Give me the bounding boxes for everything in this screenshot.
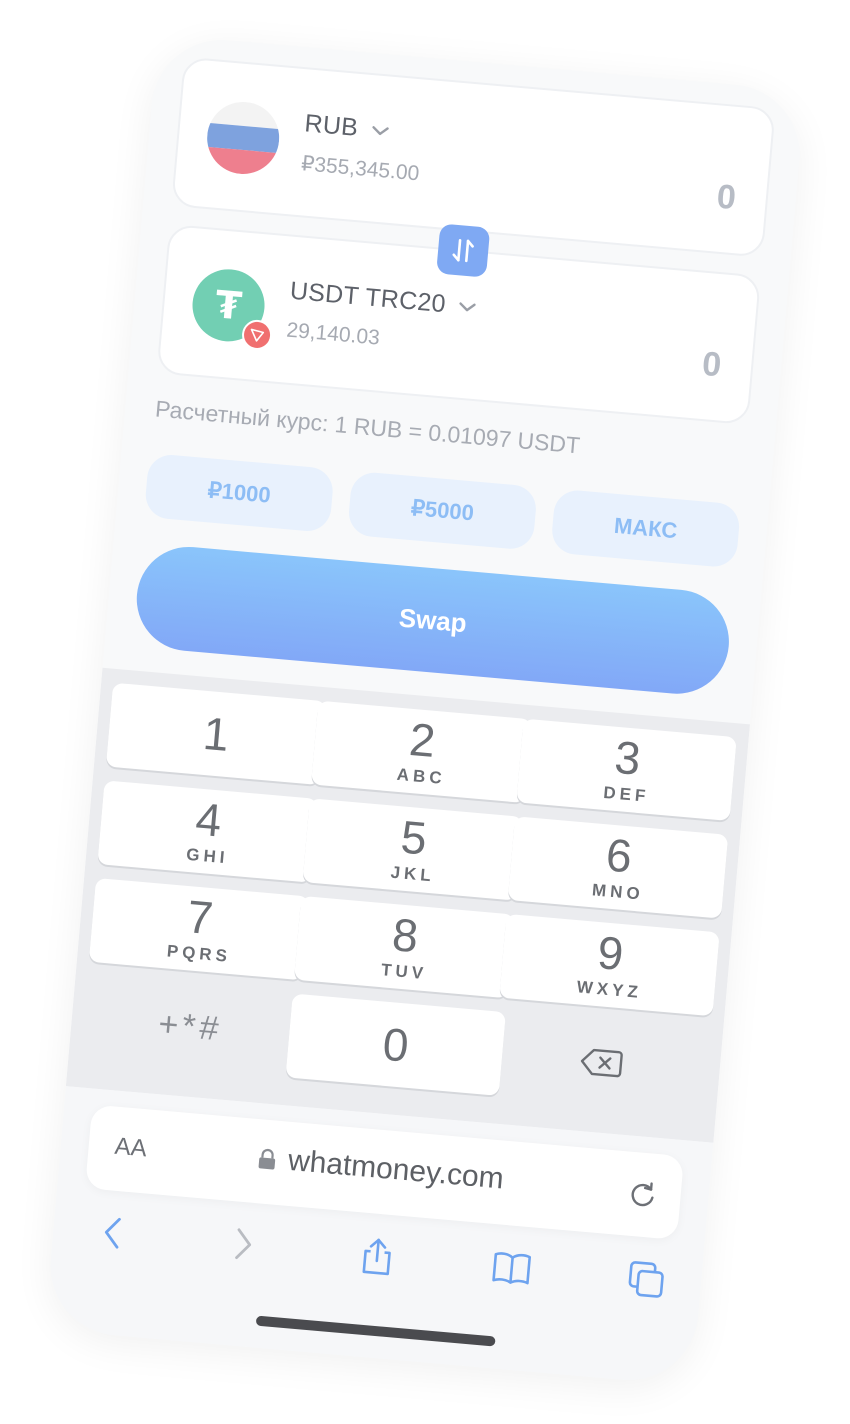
swap-direction-button[interactable]: [436, 223, 491, 278]
share-icon[interactable]: [356, 1234, 399, 1277]
key-letters: JKL: [389, 862, 436, 886]
chevron-down-icon: [459, 301, 477, 311]
key-digit: 6: [604, 828, 635, 883]
back-icon[interactable]: [92, 1211, 135, 1254]
chevron-down-icon: [372, 125, 389, 135]
swap-arrows-icon: [452, 238, 474, 263]
key-digit: 5: [398, 810, 429, 865]
text-size-button[interactable]: AA: [114, 1133, 148, 1164]
key-letters: WXYZ: [576, 977, 643, 1002]
key-letters: GHI: [185, 844, 230, 868]
swap-button[interactable]: Swap: [132, 542, 734, 699]
tether-icon: ₮: [189, 266, 274, 352]
forward-icon[interactable]: [221, 1222, 264, 1265]
quick-amount-1000-button[interactable]: ₽1000: [143, 452, 335, 533]
key-8[interactable]: 8 TUV: [294, 895, 515, 999]
key-letters: MNO: [591, 880, 645, 904]
key-5[interactable]: 5 JKL: [302, 798, 524, 901]
app-screen: RUB ₽355,345.00 0 ₮ USDT TRC20 29,140.03…: [44, 34, 806, 1386]
backspace-icon: [580, 1048, 623, 1078]
numeric-keypad: 1 2 ABC 3 DEF 4 GHI 5 JKL 6 MNO 7 PQRS 8…: [65, 667, 750, 1143]
url-text: whatmoney.com: [286, 1143, 506, 1196]
key-3[interactable]: 3 DEF: [516, 718, 737, 821]
key-6[interactable]: 6 MNO: [507, 816, 729, 919]
to-amount-output: 0: [700, 344, 723, 385]
tron-icon: [240, 318, 274, 352]
key-letters: PQRS: [166, 941, 232, 966]
symbols-label: +*#: [157, 1004, 225, 1048]
exchange-rate-text: Расчетный курс: 1 RUB = 0.01097 USDT: [154, 395, 582, 459]
reload-icon[interactable]: [625, 1177, 660, 1212]
from-amount-input[interactable]: 0: [715, 178, 737, 219]
key-letters: DEF: [602, 782, 651, 806]
lock-icon: [258, 1148, 276, 1170]
key-7[interactable]: 7 PQRS: [88, 877, 310, 981]
from-currency-name: RUB: [303, 109, 360, 142]
key-digit: 4: [193, 792, 224, 847]
to-currency-selector[interactable]: USDT TRC20: [289, 277, 479, 322]
key-digit: 9: [595, 926, 626, 981]
quick-amount-5000-button[interactable]: ₽5000: [346, 470, 538, 551]
key-digit: 0: [380, 1017, 411, 1072]
key-4[interactable]: 4 GHI: [97, 780, 318, 883]
key-0[interactable]: 0: [285, 993, 506, 1096]
backspace-key[interactable]: [491, 1012, 712, 1114]
to-currency-name: USDT TRC20: [288, 276, 447, 319]
key-digit: 7: [185, 890, 216, 945]
key-digit: 1: [201, 706, 232, 761]
phone-frame: RUB ₽355,345.00 0 ₮ USDT TRC20 29,140.03…: [44, 34, 806, 1386]
russia-flag-icon: [204, 98, 283, 177]
home-indicator[interactable]: [255, 1315, 496, 1347]
stage: RUB ₽355,345.00 0 ₮ USDT TRC20 29,140.03…: [0, 0, 850, 1424]
key-2[interactable]: 2 ABC: [311, 700, 532, 804]
key-1[interactable]: 1: [105, 682, 327, 786]
url-display: whatmoney.com: [257, 1141, 505, 1196]
from-balance: ₽355,345.00: [300, 152, 421, 186]
key-9[interactable]: 9 WXYZ: [499, 913, 720, 1017]
tabs-icon[interactable]: [625, 1258, 668, 1301]
bookmarks-icon[interactable]: [490, 1246, 533, 1289]
from-currency-selector[interactable]: RUB: [303, 109, 391, 145]
to-balance: 29,140.03: [285, 318, 381, 350]
symbols-key[interactable]: +*#: [80, 976, 301, 1078]
key-digit: 8: [390, 908, 421, 963]
quick-amount-max-button[interactable]: МАКС: [550, 488, 742, 569]
key-letters: ABC: [396, 764, 447, 789]
key-digit: 3: [612, 730, 643, 785]
key-letters: TUV: [380, 960, 428, 984]
key-digit: 2: [407, 712, 438, 767]
